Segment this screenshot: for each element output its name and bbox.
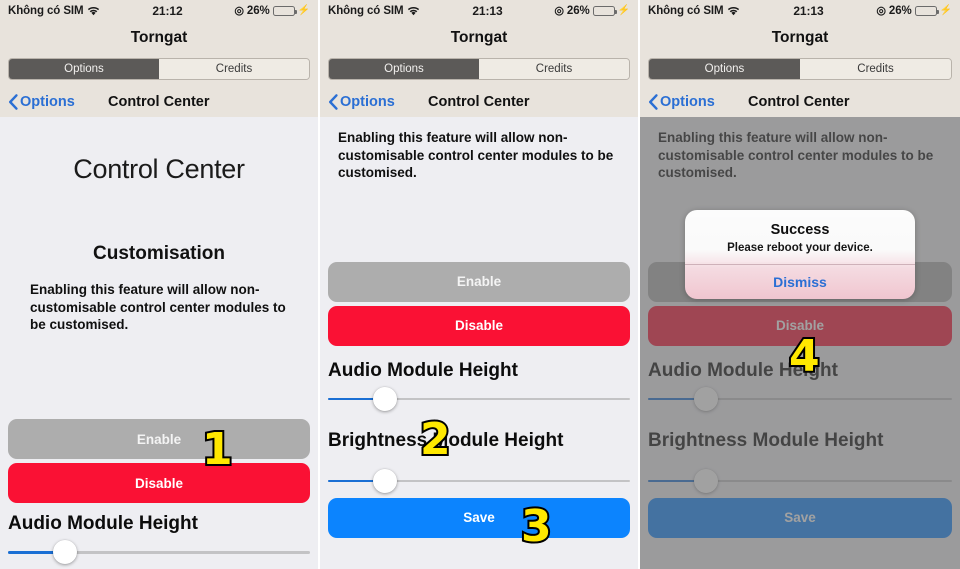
audio-module-height-slider[interactable] <box>8 535 310 569</box>
status-bar-left: Không có SIM <box>648 5 740 17</box>
segmented-control[interactable]: Options Credits <box>648 58 952 80</box>
carrier-label: Không có SIM <box>328 5 404 17</box>
tab-credits[interactable]: Credits <box>159 59 309 79</box>
back-button[interactable]: Options <box>328 94 395 110</box>
status-bar-right: ◎ 26% ⚡ <box>554 5 630 17</box>
chevron-left-icon <box>328 94 338 110</box>
segmented-control-wrap: Options Credits <box>320 54 638 87</box>
charging-bolt-icon: ⚡ <box>939 5 952 16</box>
brightness-module-height-label: Brightness Module Height <box>648 429 884 451</box>
panel-step-2: Không có SIM 21:13 ◎ 26% ⚡ Torngat Optio… <box>320 0 640 569</box>
tab-options[interactable]: Options <box>9 59 159 79</box>
battery-icon <box>592 5 617 17</box>
feature-description: Enabling this feature will allow non-cus… <box>338 130 614 180</box>
status-bar-left: Không có SIM <box>8 5 100 17</box>
slider-thumb[interactable] <box>53 540 78 564</box>
audio-module-height-slider[interactable] <box>328 382 630 416</box>
app-title: Torngat <box>640 22 960 54</box>
success-alert-dialog: Success Please reboot your device. Dismi… <box>685 210 915 299</box>
wifi-icon <box>727 6 740 16</box>
app-title: Torngat <box>0 22 318 54</box>
back-button[interactable]: Options <box>648 94 715 110</box>
tab-options[interactable]: Options <box>649 59 800 79</box>
sub-navigation-bar: Options Control Center <box>0 87 318 117</box>
app-title: Torngat <box>320 22 638 54</box>
back-button[interactable]: Options <box>8 94 75 110</box>
feature-description: Enabling this feature will allow non-cus… <box>30 282 286 332</box>
feature-description: Enabling this feature will allow non-cus… <box>658 130 934 180</box>
wifi-icon <box>87 6 100 16</box>
back-button-label: Options <box>340 94 395 110</box>
audio-module-height-slider[interactable] <box>648 382 952 416</box>
section-title: Customisation <box>93 243 225 264</box>
status-bar-right: ◎ 26% ⚡ <box>234 5 310 17</box>
segmented-control-wrap: Options Credits <box>0 54 318 87</box>
back-button-label: Options <box>20 94 75 110</box>
tab-credits[interactable]: Credits <box>479 59 629 79</box>
audio-module-height-label: Audio Module Height <box>328 359 518 381</box>
step-badge-1: 1 <box>200 424 235 475</box>
segmented-control[interactable]: Options Credits <box>328 58 630 80</box>
segmented-control-wrap: Options Credits <box>640 54 960 87</box>
rotation-lock-icon: ◎ <box>876 4 886 17</box>
slider-thumb[interactable] <box>693 386 718 411</box>
slider-thumb[interactable] <box>373 468 398 493</box>
panel-step-3: Không có SIM 21:13 ◎ 26% ⚡ Torngat Optio… <box>640 0 960 569</box>
slider-thumb[interactable] <box>693 468 718 493</box>
chevron-left-icon <box>8 94 18 110</box>
content-area: Control Center Customisation Enabling th… <box>0 117 318 569</box>
wifi-icon <box>407 6 420 16</box>
alert-title: Success <box>770 222 830 238</box>
save-button[interactable]: Save <box>328 497 630 538</box>
screenshot-strip: Không có SIM 21:12 ◎ 26% ⚡ Torngat Optio… <box>0 0 960 569</box>
panel-step-1: Không có SIM 21:12 ◎ 26% ⚡ Torngat Optio… <box>0 0 320 569</box>
carrier-label: Không có SIM <box>648 5 724 17</box>
sub-navigation-bar: Options Control Center <box>640 87 960 117</box>
carrier-label: Không có SIM <box>8 5 84 17</box>
segmented-control[interactable]: Options Credits <box>8 58 310 80</box>
clock: 21:12 <box>152 4 183 18</box>
tab-credits[interactable]: Credits <box>800 59 951 79</box>
clock: 21:13 <box>793 4 824 18</box>
enable-button[interactable]: Enable <box>328 261 630 302</box>
status-bar: Không có SIM 21:12 ◎ 26% ⚡ <box>0 0 318 22</box>
brightness-module-height-label: Brightness Module Height <box>328 429 564 451</box>
battery-icon <box>914 5 939 17</box>
status-bar-right: ◎ 26% ⚡ <box>876 5 952 17</box>
clock: 21:13 <box>472 4 503 18</box>
disable-button[interactable]: Disable <box>8 463 310 503</box>
tab-options[interactable]: Options <box>329 59 479 79</box>
sub-navigation-bar: Options Control Center <box>320 87 638 117</box>
dismiss-button[interactable]: Dismiss <box>685 265 915 299</box>
disable-button[interactable]: Disable <box>328 305 630 346</box>
step-badge-3: 3 <box>519 501 554 552</box>
chevron-left-icon <box>648 94 658 110</box>
battery-percent-label: 26% <box>888 5 912 17</box>
step-badge-4: 4 <box>787 331 822 382</box>
slider-thumb[interactable] <box>373 386 398 411</box>
battery-percent-label: 26% <box>566 5 590 17</box>
alert-message: Please reboot your device. <box>727 242 873 254</box>
audio-module-height-label: Audio Module Height <box>8 513 198 534</box>
brightness-module-height-slider[interactable] <box>648 464 952 498</box>
status-bar: Không có SIM 21:13 ◎ 26% ⚡ <box>640 0 960 22</box>
content-area: Enabling this feature will allow non-cus… <box>320 117 638 569</box>
status-bar-left: Không có SIM <box>328 5 420 17</box>
battery-icon <box>272 5 297 17</box>
brightness-module-height-slider[interactable] <box>328 464 630 498</box>
status-bar: Không có SIM 21:13 ◎ 26% ⚡ <box>320 0 638 22</box>
enable-button[interactable]: Enable <box>8 419 310 459</box>
back-button-label: Options <box>660 94 715 110</box>
rotation-lock-icon: ◎ <box>234 4 244 17</box>
charging-bolt-icon: ⚡ <box>617 5 630 16</box>
save-button[interactable]: Save <box>648 497 952 538</box>
battery-percent-label: 26% <box>246 5 270 17</box>
alert-body: Success Please reboot your device. <box>685 210 915 264</box>
step-badge-2: 2 <box>418 414 453 465</box>
rotation-lock-icon: ◎ <box>554 4 564 17</box>
charging-bolt-icon: ⚡ <box>297 5 310 16</box>
hero-title: Control Center <box>73 154 245 184</box>
